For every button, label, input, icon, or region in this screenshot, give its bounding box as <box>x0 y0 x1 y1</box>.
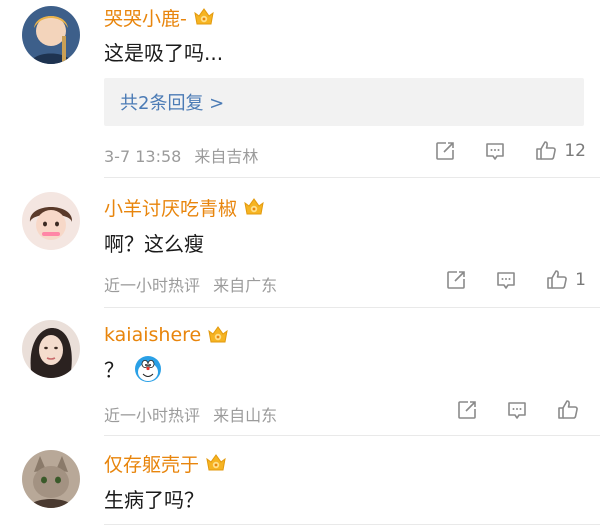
comment-location: 来自山东 <box>213 406 278 425</box>
comment-item: 哭哭小鹿- 这是吸了吗... 共2条回复 > 3-7 13:58 来自吉林 12 <box>0 0 600 178</box>
comment-item: 小羊讨厌吃青椒 啊？这么瘦 近一小时热评 来自广东 1 <box>0 178 600 308</box>
comment-actions <box>442 398 586 422</box>
username[interactable]: 小羊讨厌吃青椒 <box>104 194 237 221</box>
view-replies-link[interactable]: 共2条回复 > <box>120 89 224 115</box>
like-count: 1 <box>575 270 586 290</box>
comment-item: 仅存躯壳于 生病了吗？ <box>0 436 600 526</box>
avatar[interactable] <box>22 450 80 508</box>
comment-meta: 3-7 13:58 来自吉林 <box>104 143 258 167</box>
avatar[interactable] <box>22 6 80 64</box>
comment-text: ？ <box>104 354 162 383</box>
username[interactable]: 仅存躯壳于 <box>104 450 199 477</box>
username-row: kaiaishere <box>104 320 229 350</box>
comment-icon <box>483 139 507 163</box>
reply-button[interactable] <box>470 139 520 163</box>
avatar[interactable] <box>22 192 80 250</box>
comment-location: 来自吉林 <box>194 147 259 166</box>
comment-actions: 12 <box>420 139 586 163</box>
vip-crown-badge-icon <box>207 325 229 345</box>
like-button[interactable]: 12 <box>534 139 586 163</box>
comment-icon <box>505 398 529 422</box>
thumbs-up-icon <box>556 398 580 422</box>
share-button[interactable] <box>420 139 470 163</box>
comment-text: 生病了吗？ <box>104 484 204 513</box>
reply-summary-box[interactable]: 共2条回复 > <box>104 78 584 126</box>
comment-content: 啊？这么瘦 <box>104 232 204 256</box>
username-row: 哭哭小鹿- <box>104 2 215 32</box>
comment-text: 这是吸了吗... <box>104 37 223 66</box>
share-icon <box>433 139 457 163</box>
comment-text: 啊？这么瘦 <box>104 228 204 257</box>
username-row: 仅存躯壳于 <box>104 448 227 478</box>
reply-button[interactable] <box>481 268 531 292</box>
share-icon <box>444 268 468 292</box>
comment-time: 近一小时热评 <box>104 406 201 425</box>
comment-content: 这是吸了吗... <box>104 41 224 65</box>
vip-crown-badge-icon <box>205 453 227 473</box>
vip-crown-badge-icon <box>243 197 265 217</box>
username[interactable]: kaiaishere <box>104 324 201 346</box>
comment-content: 生病了吗？ <box>104 488 204 512</box>
avatar[interactable] <box>22 320 80 378</box>
comment-meta: 近一小时热评 来自山东 <box>104 402 277 426</box>
comment-time: 近一小时热评 <box>104 276 201 295</box>
thumbs-up-icon <box>545 268 569 292</box>
comment-location: 来自广东 <box>213 276 278 295</box>
divider <box>104 524 600 525</box>
like-button[interactable]: 1 <box>545 268 586 292</box>
comment-actions: 1 <box>431 268 586 292</box>
comment-item: kaiaishere ？ 近一小时热评 来自山东 <box>0 308 600 436</box>
vip-crown-badge-icon <box>193 7 215 27</box>
share-icon <box>455 398 479 422</box>
share-button[interactable] <box>431 268 481 292</box>
username-row: 小羊讨厌吃青椒 <box>104 192 265 222</box>
comment-meta: 近一小时热评 来自广东 <box>104 272 277 296</box>
comment-icon <box>494 268 518 292</box>
comment-content: ？ <box>104 358 124 382</box>
comment-time: 3-7 13:58 <box>104 147 182 166</box>
thumbs-up-icon <box>534 139 558 163</box>
reply-button[interactable] <box>492 398 542 422</box>
like-count: 12 <box>564 141 586 161</box>
share-button[interactable] <box>442 398 492 422</box>
like-button[interactable] <box>556 398 586 422</box>
username[interactable]: 哭哭小鹿- <box>104 4 187 31</box>
doraemon-emoji <box>135 355 161 382</box>
